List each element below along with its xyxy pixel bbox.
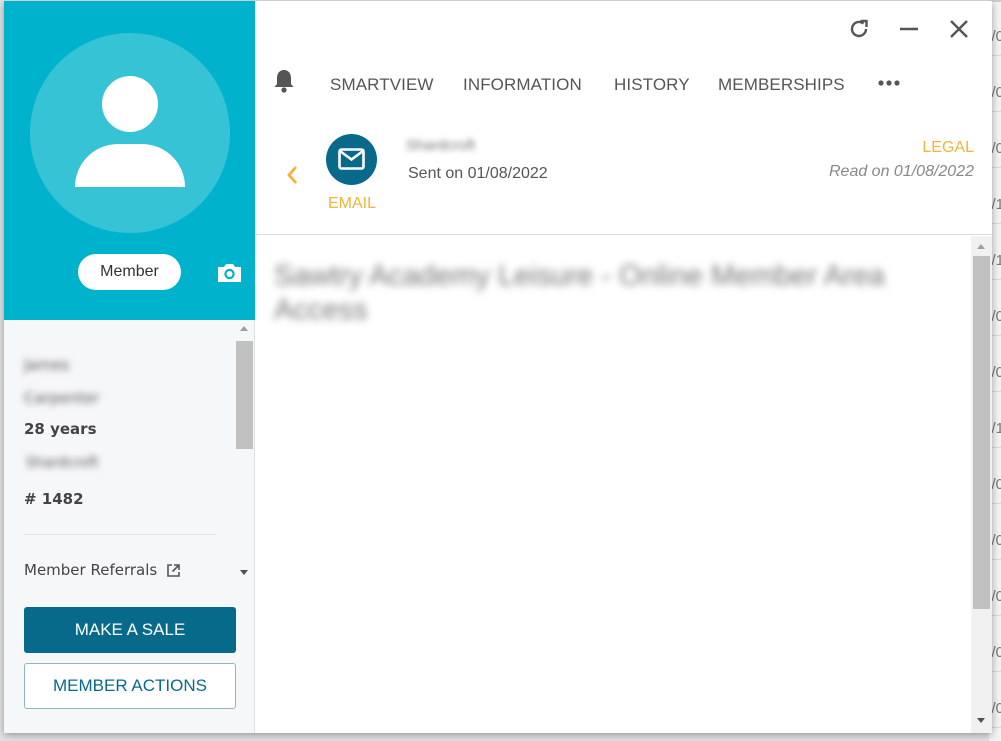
scrollbar-thumb[interactable] [973,256,990,609]
background-row-text: /0 [991,308,1001,325]
background-row-text: /0 [991,140,1001,157]
message-type-label: EMAIL [328,195,377,212]
background-row-text: /0 [991,28,1001,45]
avatar-head-shape [102,76,158,132]
background-row-text: /1 [991,420,1001,437]
scroll-up-arrow-icon[interactable] [977,244,985,249]
details-divider [24,534,216,535]
background-row-text: /0 [991,84,1001,101]
member-details: James Carpenter 28 years Shardcroft # 14… [24,349,224,508]
scroll-down-arrow-icon[interactable] [240,570,248,575]
background-row-text: /0 [991,700,1001,717]
external-link-icon [167,564,180,577]
message-read-date: Read on 01/08/2022 [828,163,974,180]
member-status-badge: Member [78,254,181,290]
background-row-text: /0 [991,644,1001,661]
scrollbar-thumb[interactable] [236,341,253,449]
tab-memberships[interactable]: MEMBERSHIPS [718,75,845,95]
message-scrollbar[interactable] [971,236,992,733]
member-referrals-link[interactable]: Member Referrals [24,561,181,579]
scroll-up-arrow-icon[interactable] [240,326,248,331]
minimize-icon[interactable] [897,17,921,41]
tab-history[interactable]: HISTORY [614,75,690,95]
member-actions-button[interactable]: MEMBER ACTIONS [24,663,236,709]
background-row-text: /0 [991,588,1001,605]
background-row-text: /0 [991,364,1001,381]
member-sidebar: Member James Carpenter 28 years Shardcro… [4,1,255,733]
background-row-text: /1 [991,196,1001,213]
message-sent-date: Sent on 01/08/2022 [408,165,548,182]
background-row-text: /1 [991,252,1001,269]
background-row-text: /0 [991,476,1001,493]
message-subject: Sawtry Academy Leisure - Online Member A… [274,260,885,326]
message-sender: Shardcroft [406,137,476,154]
member-modal: Member James Carpenter 28 years Shardcro… [4,1,992,733]
member-age: 28 years [24,420,97,438]
make-a-sale-button[interactable]: MAKE A SALE [24,607,236,653]
member-number: # 1482 [24,490,84,508]
avatar[interactable] [30,33,230,233]
more-icon[interactable] [878,79,900,87]
close-icon[interactable] [947,17,971,41]
tab-information[interactable]: INFORMATION [463,75,582,95]
mail-icon [338,148,365,170]
camera-icon[interactable] [216,262,243,284]
member-referrals-label: Member Referrals [24,561,158,579]
tab-smartview[interactable]: SMARTVIEW [330,75,434,95]
message-header: EMAIL Shardcroft Sent on 01/08/2022 LEGA… [256,119,992,235]
message-category: LEGAL [922,139,974,156]
member-first-name: James [24,356,70,374]
email-type-badge [326,134,377,185]
profile-header: Member [4,1,255,320]
background-row-text: /0 [991,532,1001,549]
refresh-icon[interactable] [847,17,871,41]
back-icon[interactable] [286,165,298,185]
bell-icon[interactable] [272,68,296,94]
member-location: Shardcroft [26,455,99,471]
scroll-down-arrow-icon[interactable] [977,718,985,723]
sidebar-scrollbar[interactable] [235,321,255,583]
member-last-name: Carpenter [24,389,100,407]
avatar-body-shape [75,144,185,187]
